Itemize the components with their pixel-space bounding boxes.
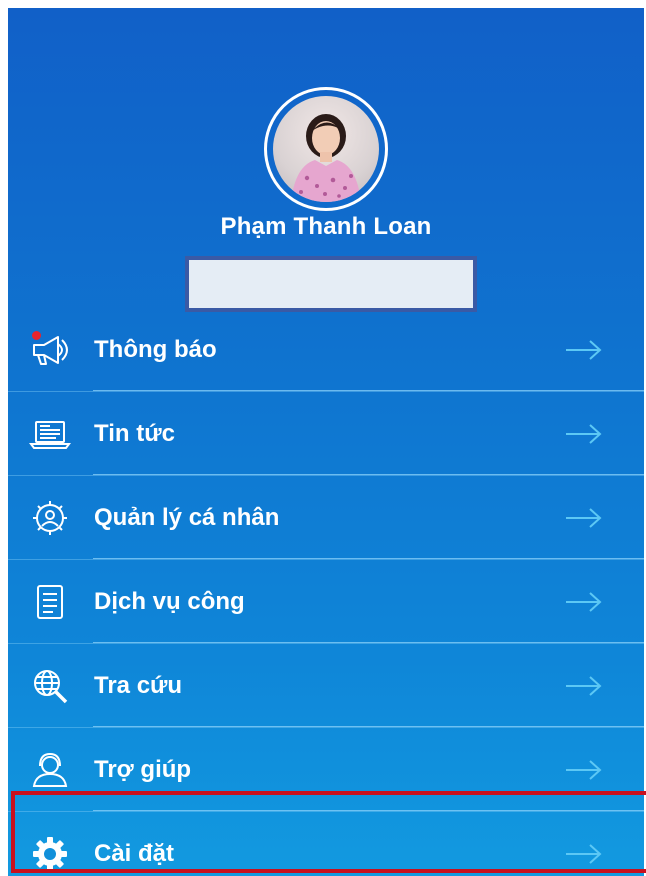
news-laptop-icon (28, 414, 72, 454)
menu-item-label: Dịch vụ công (94, 587, 245, 615)
menu-item-cai-dat[interactable]: Cài đặt (8, 811, 644, 876)
menu-item-tro-giup[interactable]: Trợ giúp (8, 727, 644, 811)
arrow-right-icon (566, 507, 602, 528)
arrow-right-icon (566, 675, 602, 696)
megaphone-icon (28, 330, 72, 370)
document-list-icon (28, 582, 72, 622)
user-name: Phạm Thanh Loan (220, 213, 432, 240)
support-agent-icon (28, 750, 72, 790)
arrow-right-icon (566, 759, 602, 780)
arrow-right-icon (566, 423, 602, 444)
arrow-right-icon (566, 591, 602, 612)
menu-list: Thông báo Tin tức Quản lý cá nhân Dịch v… (8, 308, 644, 876)
menu-item-dich-vu-cong[interactable]: Dịch vụ công (8, 559, 644, 643)
menu-item-thong-bao[interactable]: Thông báo (8, 308, 644, 391)
avatar (273, 96, 379, 202)
menu-item-label: Tra cứu (94, 671, 183, 699)
person-gear-icon (28, 498, 72, 538)
profile-header: Phạm Thanh Loan (8, 8, 644, 312)
menu-item-label: Tin tức (94, 419, 175, 447)
side-menu-screen: Phạm Thanh Loan Thông báo Tin tức Quản l… (8, 8, 644, 876)
settings-gear-icon (28, 834, 72, 874)
redacted-id-box (185, 256, 477, 312)
menu-item-quan-ly-ca-nhan[interactable]: Quản lý cá nhân (8, 475, 644, 559)
menu-item-label: Cài đặt (94, 839, 175, 867)
menu-item-tin-tuc[interactable]: Tin tức (8, 391, 644, 475)
arrow-right-icon (566, 339, 602, 360)
globe-search-icon (28, 666, 72, 706)
avatar-ring[interactable] (264, 87, 388, 211)
menu-item-tra-cuu[interactable]: Tra cứu (8, 643, 644, 727)
menu-item-label: Thông báo (94, 335, 217, 363)
menu-item-label: Trợ giúp (94, 755, 192, 783)
menu-item-label: Quản lý cá nhân (94, 503, 280, 531)
arrow-right-icon (566, 843, 602, 864)
